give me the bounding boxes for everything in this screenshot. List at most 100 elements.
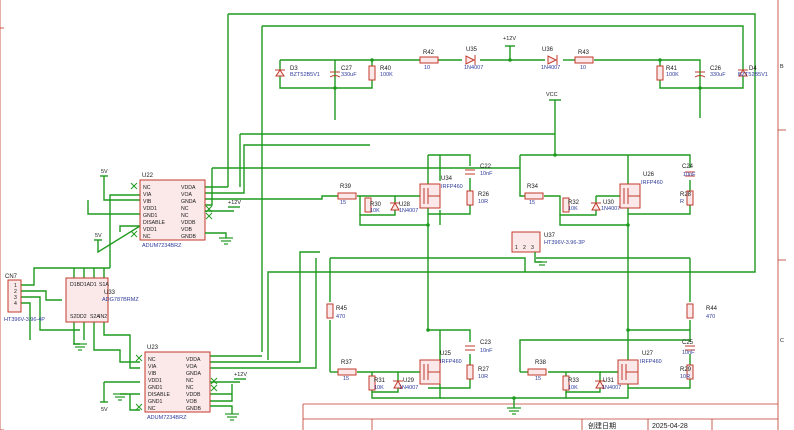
u37-ref: U37 — [544, 233, 556, 239]
u23-pin-l8: NC — [148, 406, 156, 412]
frame-marker-b: B — [780, 64, 784, 70]
u23-pin-r4: NC — [186, 378, 194, 384]
u33-pin-t4: S1A — [99, 282, 109, 288]
ground-u22 — [205, 232, 233, 245]
diode-u31: U31 1N4007 — [595, 378, 621, 391]
r45-value: 470 — [336, 314, 345, 320]
u23-pin-r7: VOB — [186, 399, 197, 405]
c25-value: 10nF — [682, 350, 695, 356]
u28-value: 1N4007 — [399, 208, 418, 214]
r39-ref: R39 — [340, 184, 352, 190]
u35-value: 1N4007 — [464, 65, 483, 71]
resistor-r41: R41 100K — [656, 65, 679, 81]
r31-value: 10K — [374, 385, 384, 391]
u35-ref: U35 — [466, 47, 478, 53]
u33-pin-b1: S2D — [70, 314, 80, 320]
c23-value: 10nF — [480, 348, 493, 354]
c22-value: 10nF — [480, 171, 493, 177]
resistor-r34: R34 15 — [524, 184, 544, 206]
diode-u36: U36 1N4007 — [541, 47, 560, 71]
zener-diode-d3: D3 BZT52B5V1 — [275, 66, 320, 78]
u23-pin-r2: VOA — [186, 364, 197, 370]
u33-pin-b4: IN2 — [99, 314, 107, 320]
p5-a-label: 5V — [101, 169, 108, 175]
u22-pin-l6: DISABLE — [143, 220, 165, 226]
u31-value: 1N4007 — [602, 385, 621, 391]
resistor-r27: R27 10R — [466, 364, 490, 380]
r37-value: 15 — [343, 376, 349, 382]
power-5v-a: 5V — [100, 169, 108, 177]
r41-value: 100K — [666, 72, 679, 78]
u37-value: HT396V-3.96-3P — [544, 240, 585, 246]
r26-ref: R26 — [478, 192, 490, 198]
resistor-r31: R31 10K — [368, 375, 386, 391]
diode-u29: U29 1N4007 — [393, 378, 418, 391]
u22-pin-r1: VDDA — [181, 185, 196, 191]
u37-pin-1: 1 — [515, 245, 518, 251]
resistor-r38: R38 15 — [527, 360, 547, 382]
mosfet-u27: U27 IRFP460 — [617, 351, 662, 385]
ground-u33 — [73, 343, 87, 351]
power-5v-b: 5V — [94, 233, 102, 241]
capacitor-c24: C24 10nF — [682, 164, 696, 178]
r39-value: 15 — [340, 200, 346, 206]
p5-c-label: 5V — [101, 407, 108, 413]
resistor-r28: R28 R — [680, 190, 694, 206]
u23-pin-l2: VIA — [148, 364, 157, 370]
u34-value: IRFP460 — [441, 184, 463, 190]
u22-pin-l8: NC — [143, 234, 151, 240]
c23-ref: C23 — [480, 340, 492, 346]
u22-pin-r7: VOB — [181, 227, 192, 233]
resistor-r30: R30 10K — [364, 197, 382, 214]
ground-u23 — [210, 405, 239, 421]
r27-value: 10R — [478, 374, 488, 380]
u22-pin-l3: VIB — [143, 199, 152, 205]
r29-ref: R29 — [680, 367, 692, 373]
u23-value: ADUM7234BRZ — [147, 415, 187, 421]
p12-u22-label: +12V — [228, 200, 241, 206]
r38-value: 15 — [535, 376, 541, 382]
junction-dots — [333, 58, 702, 400]
u30-value: 1N4007 — [601, 206, 620, 212]
r44-value: 470 — [706, 314, 715, 320]
u23-pin-r5: NC — [186, 385, 194, 391]
d4-value: BZT52B5V1 — [738, 72, 768, 78]
capacitor-c27: C27 330uF — [329, 66, 357, 78]
r30-value: 10K — [370, 208, 380, 214]
r34-ref: R34 — [527, 184, 539, 190]
u22-value: ADUM7234BRZ — [142, 243, 182, 249]
u37-pin-2: 2 — [523, 245, 526, 251]
r40-value: 100K — [380, 72, 393, 78]
title-date-label: 创建日期 — [588, 421, 616, 430]
power-12v-u23: +12V — [210, 372, 247, 383]
u33-value: ADG787BRMZ — [102, 297, 139, 303]
u22-pin-l2: VIA — [143, 192, 152, 198]
power-12v-top: +12V — [503, 36, 516, 47]
d3-value: BZT52B5V1 — [290, 72, 320, 78]
r28-ref: R28 — [680, 192, 692, 198]
c26-value: 330uF — [710, 72, 726, 78]
r43-ref: R43 — [578, 50, 590, 56]
resistor-r45: R45 470 — [326, 303, 348, 320]
u29-ref: U29 — [403, 378, 415, 384]
mosfet-u26: U26 IRFP460 — [619, 172, 663, 209]
r28-value: R — [680, 199, 684, 205]
ic-u22-isolator: U22 ADUM7234BRZ NC VIA VIB VDD1 GND1 DIS… — [130, 173, 213, 249]
cn7-value: HT396V-3.96-4P — [4, 317, 45, 323]
resistor-r44: R44 470 — [686, 303, 718, 320]
u22-pin-l4: VDD1 — [143, 206, 157, 212]
diode-u35: U35 1N4007 — [464, 47, 483, 71]
connector-u37: U37 HT396V-3.96-3P 1 2 3 — [511, 231, 585, 266]
capacitor-c25: C25 10nF — [682, 340, 695, 356]
r42-value: 10 — [424, 65, 430, 71]
r34-value: 15 — [529, 200, 535, 206]
r26-value: 10R — [478, 199, 488, 205]
u33-ref: U33 — [104, 290, 116, 296]
r38-ref: R38 — [535, 360, 547, 366]
ground-bridge — [507, 407, 521, 415]
u33-pin-b2: D2 — [80, 314, 87, 320]
u23-ref: U23 — [147, 345, 159, 351]
r42-ref: R42 — [423, 50, 435, 56]
u23-pin-r8: GNDB — [186, 406, 202, 412]
u27-value: IRFP460 — [640, 359, 662, 365]
